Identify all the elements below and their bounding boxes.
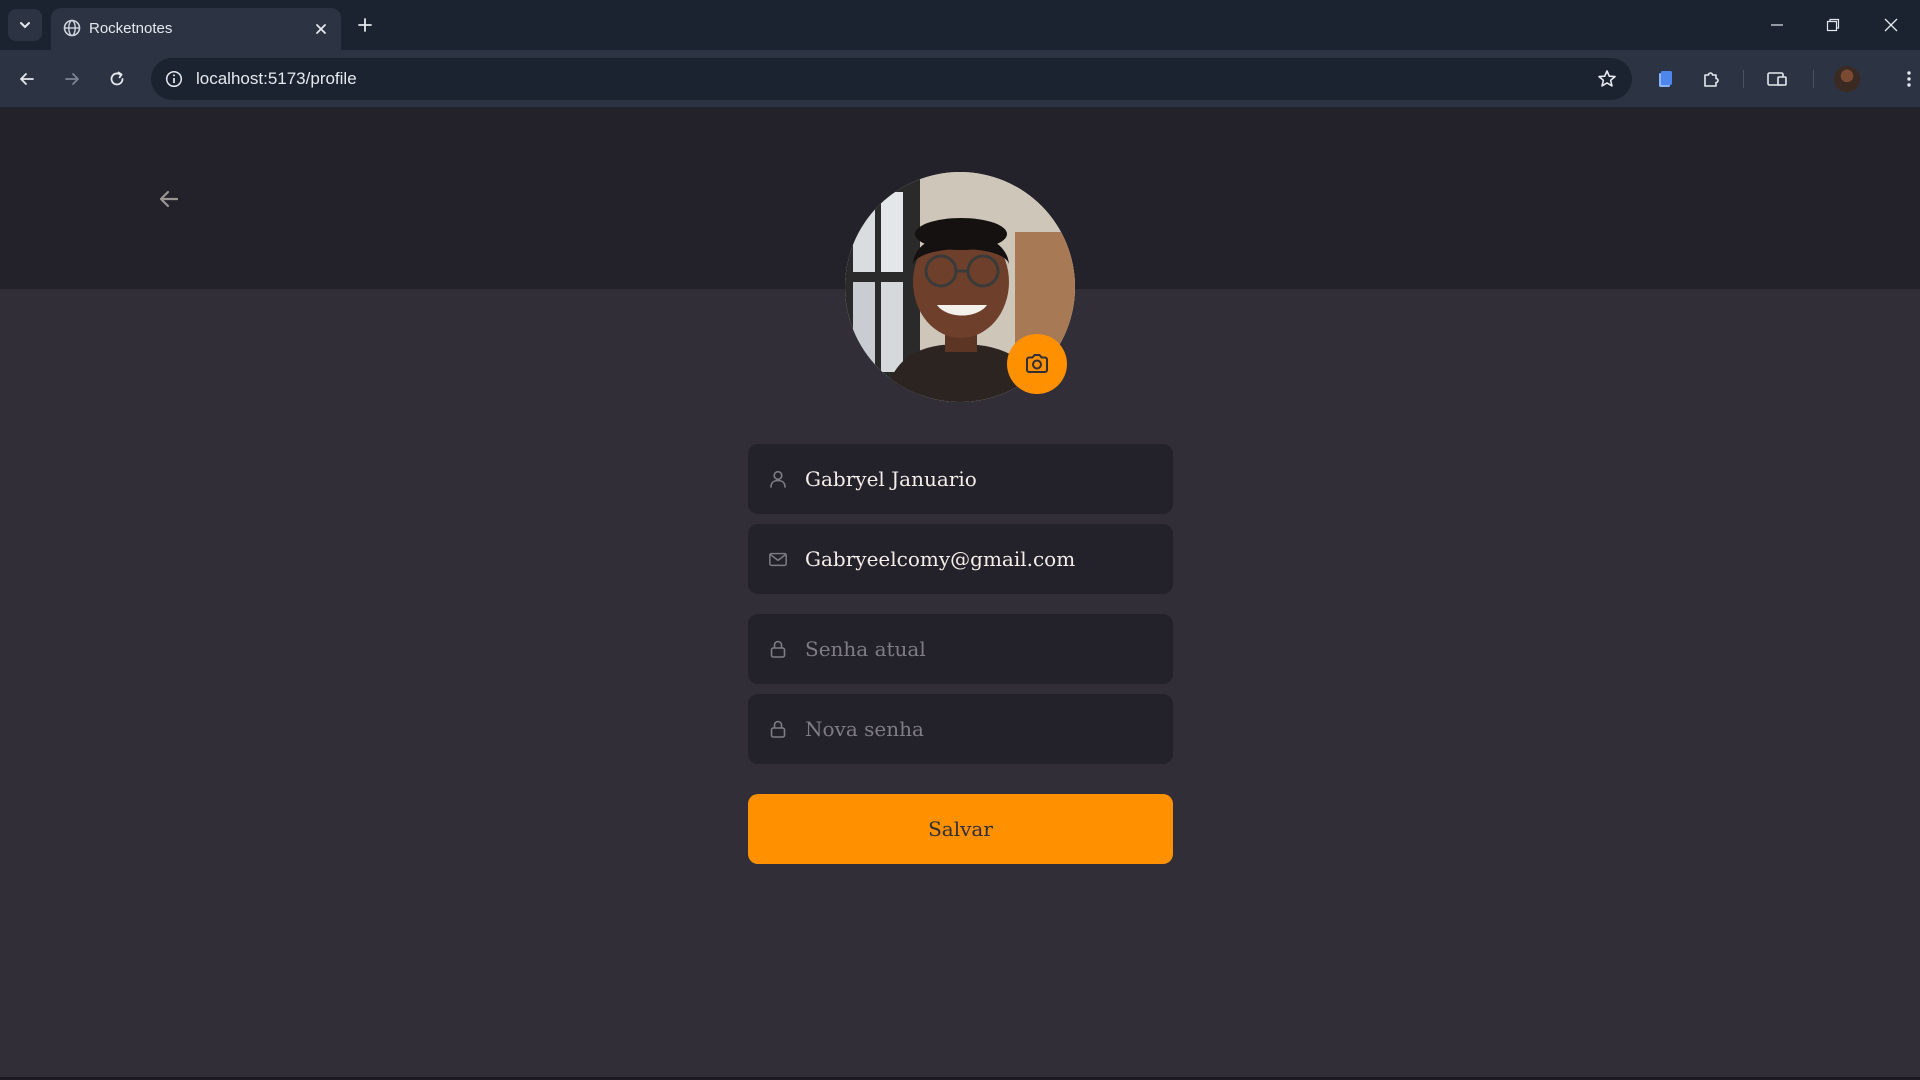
- email-field[interactable]: [748, 524, 1173, 594]
- email-input[interactable]: [805, 547, 1145, 571]
- close-icon: [1884, 18, 1898, 32]
- browser-toolbar: localhost:5173/profile: [0, 50, 1920, 108]
- name-field[interactable]: [748, 444, 1173, 514]
- change-avatar-button[interactable]: [1007, 334, 1067, 394]
- forward-nav-button[interactable]: [56, 63, 88, 95]
- puzzle-icon: [1704, 72, 1719, 87]
- avatar-container: [845, 172, 1075, 402]
- browser-menu-button[interactable]: [1893, 63, 1920, 95]
- document-extension-icon: [1659, 71, 1672, 87]
- star-icon: [1598, 70, 1616, 87]
- minimize-icon: [1771, 24, 1783, 26]
- chevron-down-icon: [20, 22, 30, 29]
- profile-form: Salvar: [748, 444, 1173, 864]
- tab-search-button[interactable]: [8, 9, 42, 41]
- arrow-left-icon: [159, 190, 179, 208]
- tab-title: Rocketnotes: [89, 20, 173, 37]
- address-bar[interactable]: localhost:5173/profile: [151, 58, 1632, 100]
- split-screen-icon: [1767, 72, 1787, 86]
- reload-button[interactable]: [101, 63, 133, 95]
- minimize-button[interactable]: [1762, 10, 1792, 40]
- close-icon: [316, 24, 326, 34]
- browser-profile-avatar[interactable]: [1834, 66, 1860, 92]
- restore-icon: [1826, 18, 1840, 32]
- current-password-input[interactable]: [805, 637, 1145, 661]
- lock-icon: [768, 639, 788, 659]
- back-nav-button[interactable]: [11, 63, 43, 95]
- browser-tab-bar: Rocketnotes: [0, 0, 1920, 50]
- globe-icon: [63, 19, 81, 37]
- new-tab-button[interactable]: [352, 12, 378, 38]
- arrow-left-icon: [20, 73, 34, 85]
- mail-icon: [768, 549, 788, 569]
- restore-button[interactable]: [1818, 10, 1848, 40]
- more-vertical-icon: [1907, 71, 1911, 87]
- arrow-right-icon: [65, 73, 79, 85]
- profile-page: Salvar: [0, 108, 1920, 1080]
- toolbar-separator: [1743, 70, 1744, 88]
- toolbar-separator: [1813, 70, 1814, 88]
- url-text: localhost:5173/profile: [196, 69, 357, 88]
- plus-icon: [358, 18, 372, 32]
- camera-icon: [1026, 354, 1048, 373]
- reload-icon: [110, 71, 124, 86]
- reading-mode-button[interactable]: [1761, 63, 1793, 95]
- site-info-button[interactable]: [161, 66, 187, 92]
- current-password-field[interactable]: [748, 614, 1173, 684]
- close-window-button[interactable]: [1876, 10, 1906, 40]
- extensions-menu-button[interactable]: [1695, 63, 1727, 95]
- new-password-input[interactable]: [805, 717, 1145, 741]
- info-icon: [165, 70, 183, 88]
- save-button[interactable]: Salvar: [748, 794, 1173, 864]
- extension-button[interactable]: [1649, 63, 1681, 95]
- name-input[interactable]: [805, 467, 1145, 491]
- browser-tab-active[interactable]: Rocketnotes: [51, 8, 341, 50]
- lock-icon: [768, 719, 788, 739]
- tab-close-button[interactable]: [311, 19, 331, 39]
- bookmark-button[interactable]: [1594, 66, 1620, 92]
- back-button[interactable]: [154, 184, 184, 214]
- user-icon: [768, 469, 788, 489]
- new-password-field[interactable]: [748, 694, 1173, 764]
